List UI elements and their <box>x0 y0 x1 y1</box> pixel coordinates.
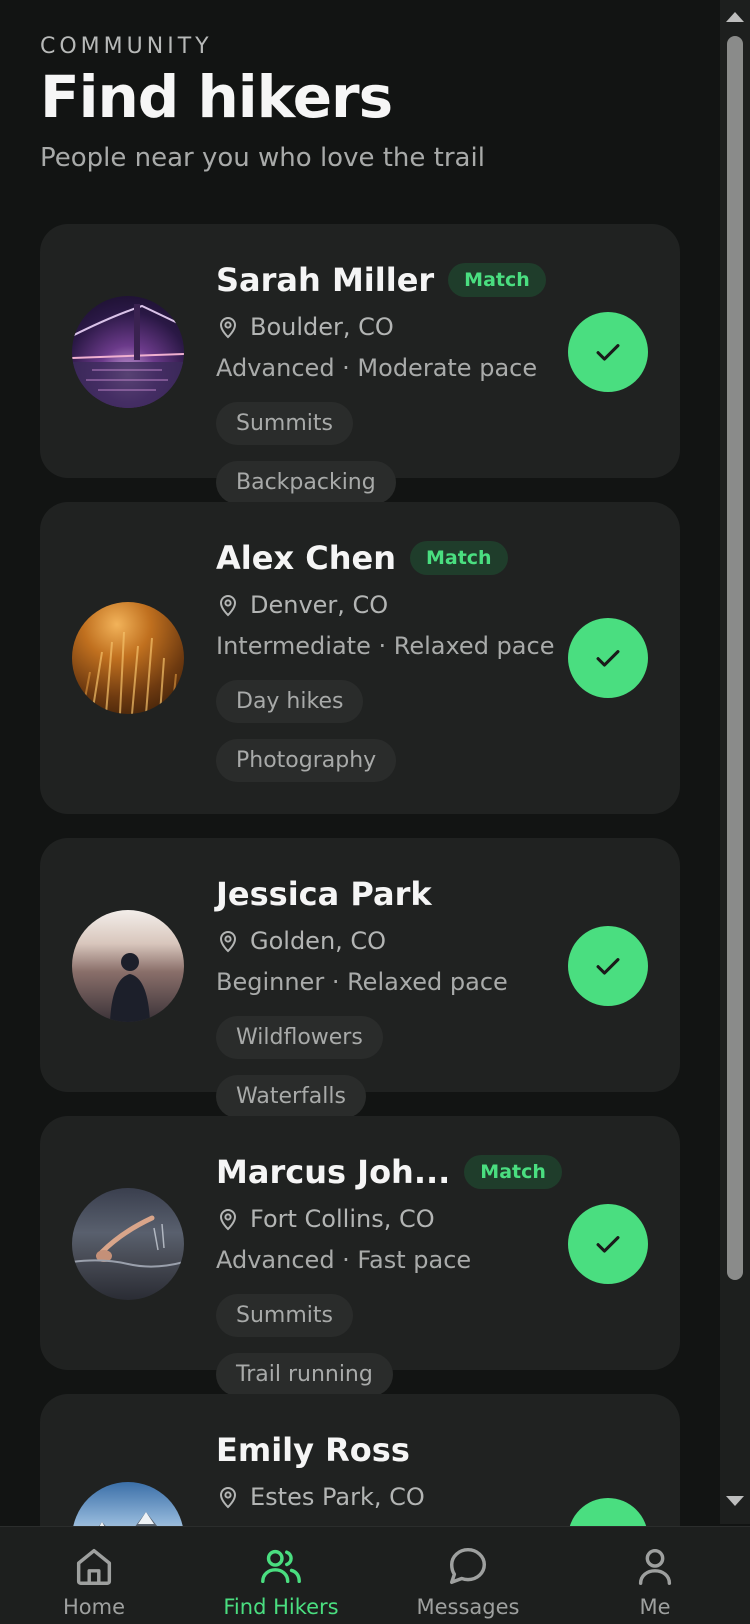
hiker-card[interactable]: Alex Chen Match Denver, CO Intermediate … <box>40 502 680 814</box>
hiker-name: Sarah Miller <box>216 261 435 299</box>
hiker-location: Estes Park, CO <box>250 1483 425 1511</box>
location-pin-icon <box>219 317 237 339</box>
location-pin-icon <box>219 1209 237 1231</box>
location-pin-icon <box>219 595 237 617</box>
section-eyebrow: COMMUNITY <box>40 34 213 59</box>
hiker-location: Boulder, CO <box>250 313 394 341</box>
hiker-location: Golden, CO <box>250 927 387 955</box>
interest-tag: Wildflowers <box>216 1016 383 1059</box>
check-icon <box>596 650 620 667</box>
interest-tag: Photography <box>216 739 397 782</box>
swimmer-photo-icon <box>72 1215 184 1268</box>
tab-messages[interactable]: Messages <box>388 1543 548 1619</box>
connected-check-button[interactable] <box>568 312 648 392</box>
hiker-location: Denver, CO <box>250 591 389 619</box>
hiker-info: Emily Ross Estes Park, CO <box>216 1430 546 1514</box>
interest-tag: Waterfalls <box>216 1075 366 1118</box>
scrollbar-thumb[interactable] <box>727 36 743 1280</box>
hiker-info: Jessica Park Golden, CO Beginner · Relax… <box>216 874 546 1134</box>
hiker-name: Alex Chen <box>216 539 396 577</box>
hiker-card[interactable]: Sarah Miller Match Boulder, CO Advanced … <box>40 224 680 504</box>
interest-tag: Summits <box>216 1294 353 1337</box>
tab-home[interactable]: Home <box>14 1543 174 1619</box>
hiker-info: Sarah Miller Match Boulder, CO Advanced … <box>216 260 546 520</box>
user-icon <box>638 1548 672 1585</box>
avatar <box>72 1188 184 1300</box>
hiker-name: Marcus Joh... <box>216 1153 451 1191</box>
interest-tag: Trail running <box>216 1353 393 1396</box>
tab-me[interactable]: Me <box>575 1543 735 1619</box>
interest-tag: Day hikes <box>216 680 364 723</box>
users-icon <box>261 1549 301 1584</box>
check-icon <box>596 1236 620 1253</box>
hiker-level-pace: Advanced · Moderate pace <box>216 354 538 382</box>
hiker-level-pace: Advanced · Fast pace <box>216 1246 472 1274</box>
person-photo-icon <box>110 953 150 1022</box>
page-subtitle: People near you who love the trail <box>40 143 485 173</box>
hiker-info: Alex Chen Match Denver, CO Intermediate … <box>216 538 555 798</box>
location-pin-icon <box>219 1487 237 1509</box>
location-pin-icon <box>219 931 237 953</box>
connected-check-button[interactable] <box>568 926 648 1006</box>
avatar <box>72 602 184 714</box>
bottom-tab-bar: Home Find Hikers Messages Me <box>0 1526 750 1624</box>
hiker-card[interactable]: Marcus Joh... Match Fort Collins, CO Adv… <box>40 1116 680 1396</box>
grass-photo-icon <box>81 631 177 714</box>
interest-tags: Day hikes Photography <box>216 680 546 798</box>
hiker-name: Emily Ross <box>216 1431 410 1469</box>
hiker-info: Marcus Joh... Match Fort Collins, CO Adv… <box>216 1152 562 1412</box>
hiker-location: Fort Collins, CO <box>250 1205 435 1233</box>
connected-check-button[interactable] <box>568 618 648 698</box>
match-badge: Match <box>409 541 508 575</box>
tab-find-hikers[interactable]: Find Hikers <box>201 1543 361 1619</box>
page-header: COMMUNITY Find hikers People near you wh… <box>40 30 485 173</box>
scroll-up-arrow-icon[interactable] <box>726 12 744 22</box>
interest-tag: Summits <box>216 402 353 445</box>
hiker-name: Jessica Park <box>216 875 432 913</box>
tab-label: Home <box>62 1595 125 1619</box>
avatar <box>72 296 184 408</box>
vertical-scrollbar[interactable] <box>720 0 750 1524</box>
hiker-level-pace: Intermediate · Relaxed pace <box>216 632 555 660</box>
tab-label: Find Hikers <box>223 1595 339 1619</box>
home-icon <box>76 1548 112 1585</box>
tab-label: Messages <box>416 1595 520 1619</box>
page-title: Find hikers <box>40 63 393 131</box>
avatar <box>72 910 184 1022</box>
app-screen: COMMUNITY Find hikers People near you wh… <box>0 0 720 1624</box>
tab-label: Me <box>639 1595 671 1619</box>
hiker-card[interactable]: Jessica Park Golden, CO Beginner · Relax… <box>40 838 680 1118</box>
scroll-down-arrow-icon[interactable] <box>726 1496 744 1506</box>
interest-tag: Backpacking <box>216 461 396 504</box>
connected-check-button[interactable] <box>568 1204 648 1284</box>
bridge-photo-icon <box>72 304 184 408</box>
match-badge: Match <box>464 1155 562 1189</box>
check-icon <box>596 958 620 975</box>
hiker-level-pace: Beginner · Relaxed pace <box>216 968 508 996</box>
match-badge: Match <box>448 263 546 297</box>
check-icon <box>596 344 620 361</box>
message-icon <box>449 1547 487 1585</box>
